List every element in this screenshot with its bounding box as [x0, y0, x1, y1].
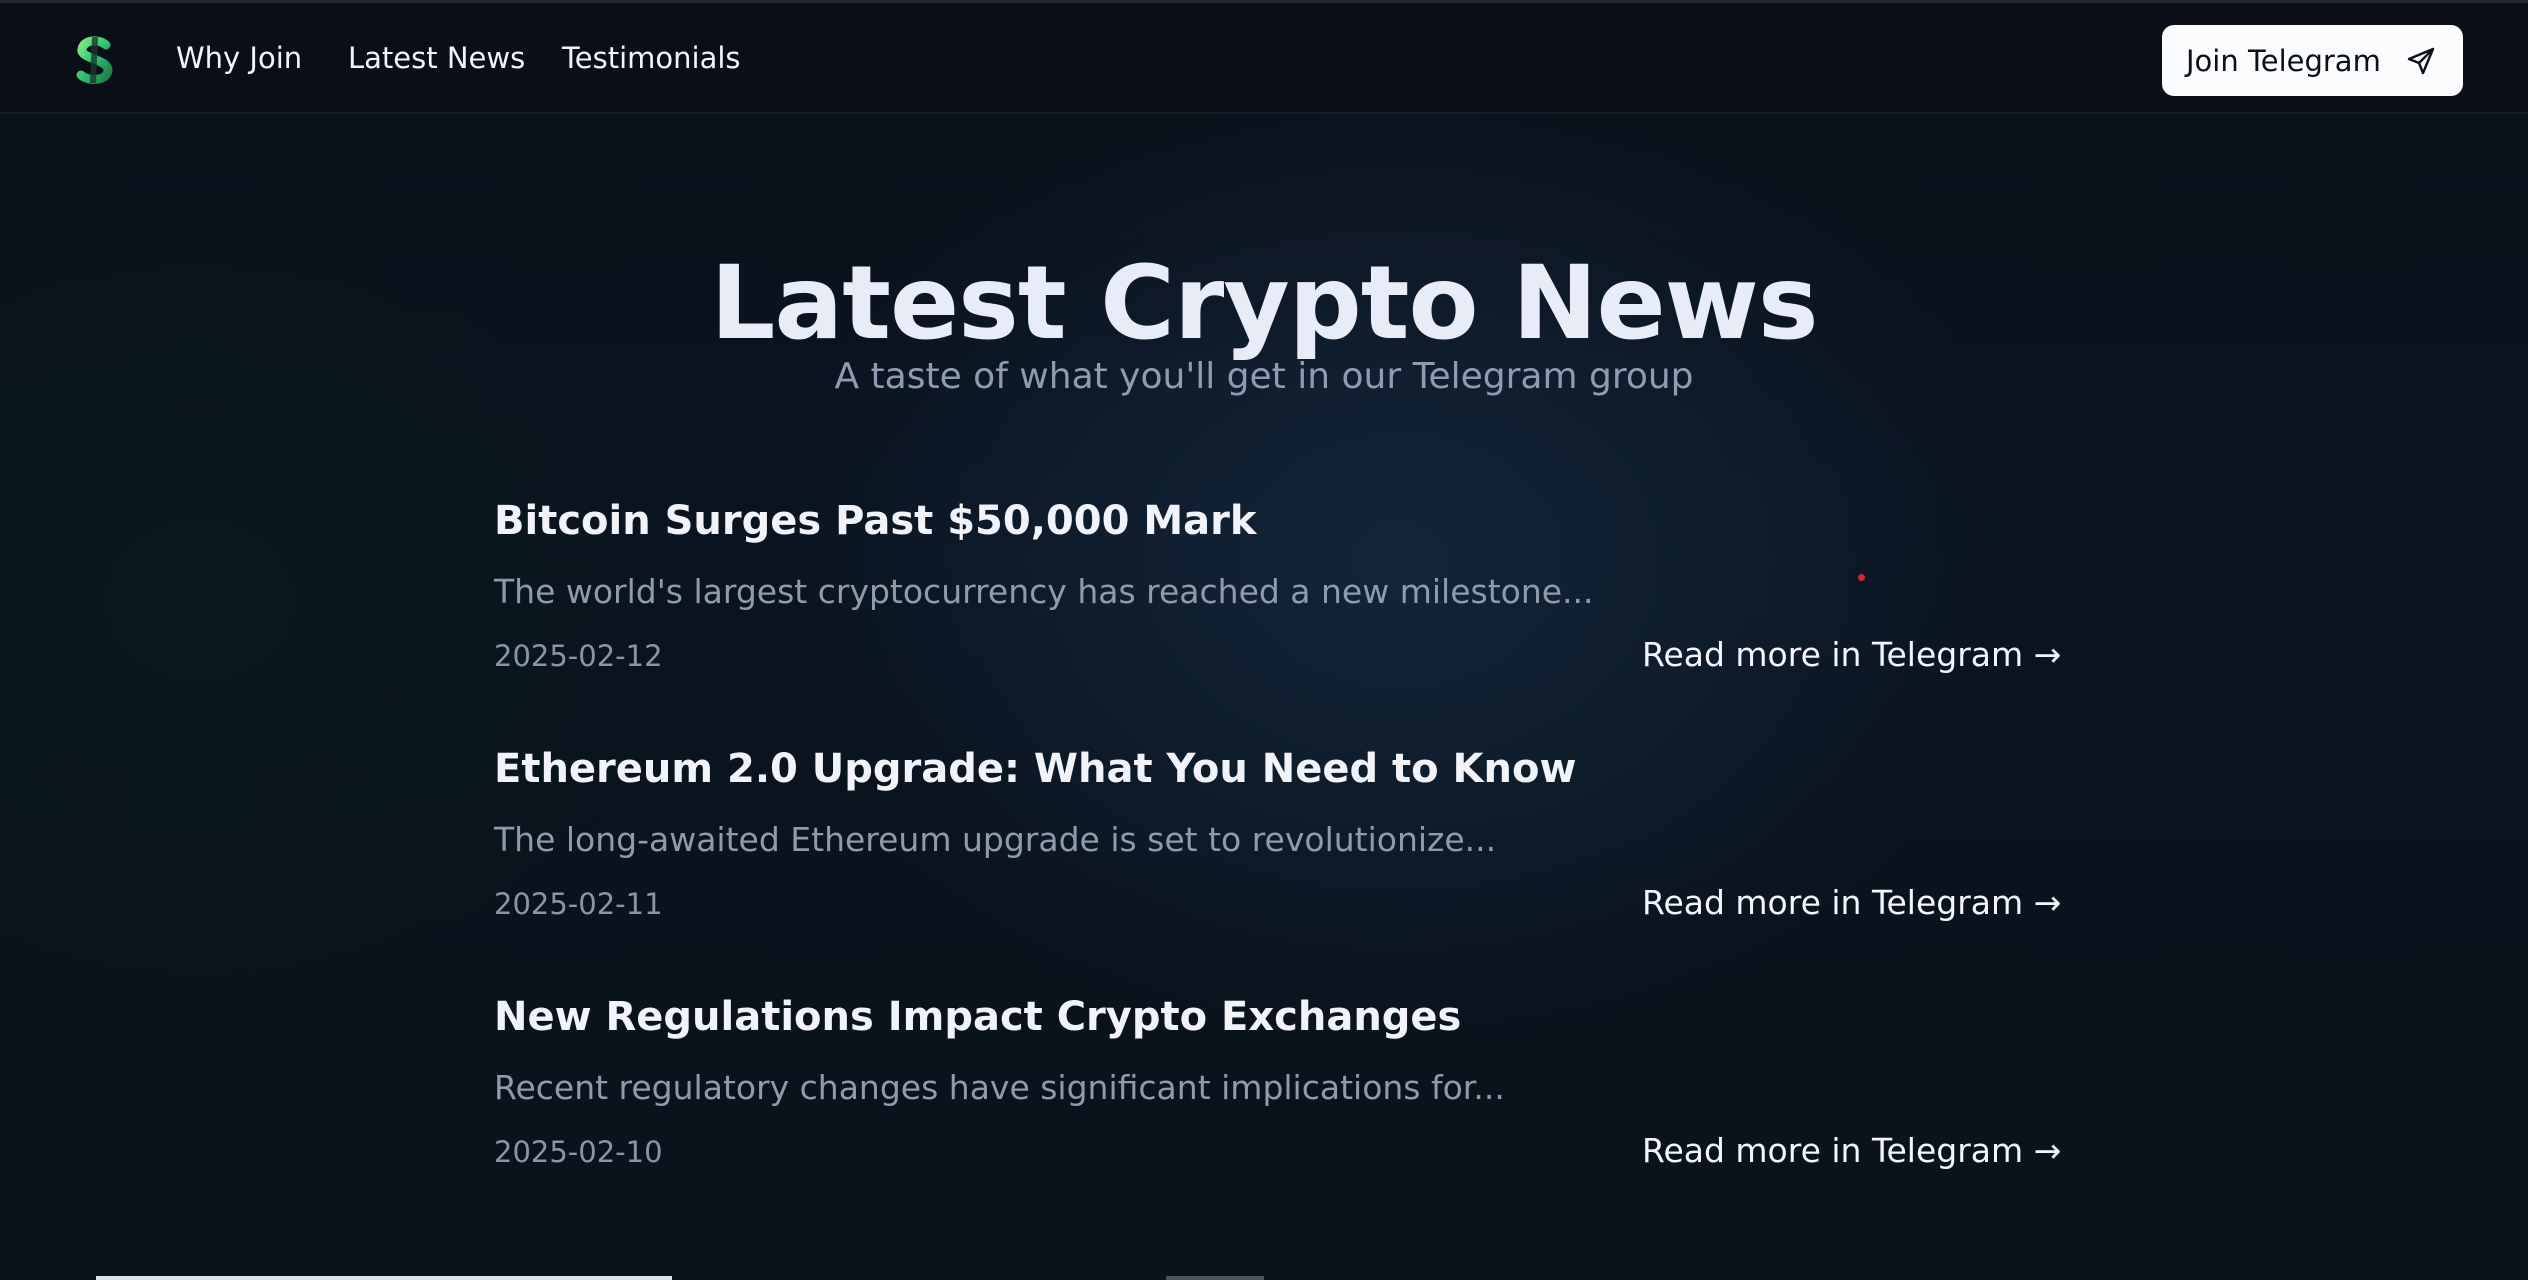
news-excerpt: The world's largest cryptocurrency has r… [494, 572, 1594, 611]
news-title: Bitcoin Surges Past $50,000 Mark [494, 498, 1257, 544]
next-section-edge [96, 1276, 672, 1280]
news-title: New Regulations Impact Crypto Exchanges [494, 994, 1462, 1040]
read-more-telegram-link[interactable]: Read more in Telegram → [1642, 635, 2061, 674]
news-date: 2025-02-11 [494, 887, 663, 921]
send-icon [2405, 45, 2437, 77]
nav-link-latest-news[interactable]: Latest News [348, 41, 525, 75]
join-telegram-button[interactable]: Join Telegram [2162, 25, 2463, 96]
top-navigation-bar: Why Join Latest News Testimonials Join T… [0, 0, 2528, 114]
next-section-edge [1166, 1276, 1264, 1280]
news-item: New Regulations Impact Crypto Exchanges … [494, 994, 2061, 1194]
news-item: Ethereum 2.0 Upgrade: What You Need to K… [494, 746, 2061, 946]
dollar-s-logo-icon[interactable] [72, 35, 118, 85]
news-item: Bitcoin Surges Past $50,000 Mark The wor… [494, 498, 2061, 698]
read-more-telegram-link[interactable]: Read more in Telegram → [1642, 1131, 2061, 1170]
nav-link-why-join[interactable]: Why Join [176, 41, 302, 75]
page-subtitle: A taste of what you'll get in our Telegr… [834, 356, 1694, 397]
read-more-telegram-link[interactable]: Read more in Telegram → [1642, 883, 2061, 922]
news-date: 2025-02-12 [494, 639, 663, 673]
nav-link-testimonials[interactable]: Testimonials [562, 41, 741, 75]
page-title: Latest Crypto News [710, 244, 1818, 364]
news-excerpt: The long-awaited Ethereum upgrade is set… [494, 820, 1497, 859]
join-telegram-label: Join Telegram [2186, 44, 2381, 78]
news-excerpt: Recent regulatory changes have significa… [494, 1068, 1505, 1107]
news-date: 2025-02-10 [494, 1135, 663, 1169]
news-title: Ethereum 2.0 Upgrade: What You Need to K… [494, 746, 1577, 792]
cursor-dot [1858, 574, 1865, 581]
